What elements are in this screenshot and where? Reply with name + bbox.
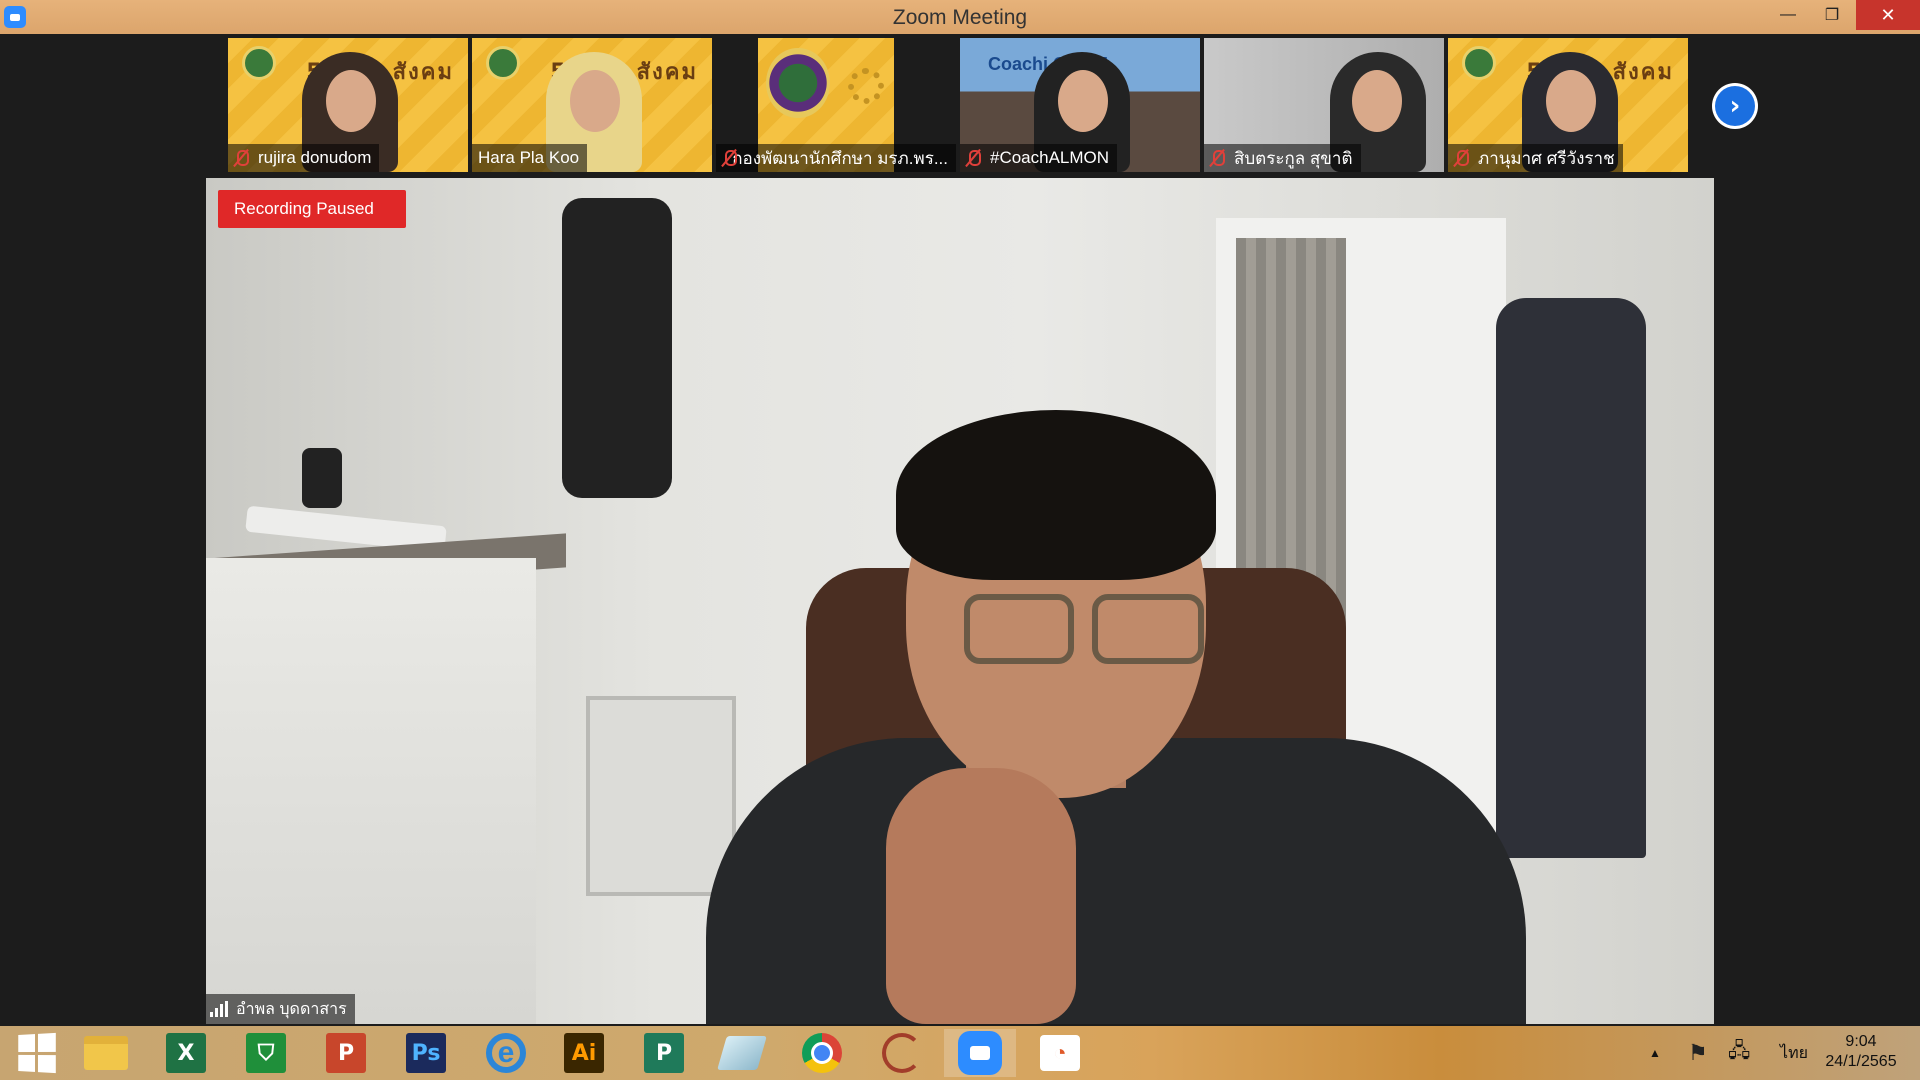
start-button[interactable]: [0, 1029, 72, 1077]
hanging-jacket: [562, 198, 672, 498]
participant-name-tag: สิบตระกูล สุขาติ: [1204, 144, 1361, 172]
mic-muted-icon: [1210, 149, 1225, 167]
internet-explorer-icon: e: [486, 1033, 526, 1073]
speaker-hair: [896, 410, 1216, 580]
chrome-icon: [802, 1033, 842, 1073]
taskbar-slides[interactable]: ◔: [1024, 1029, 1096, 1077]
sketch-icon: [717, 1036, 767, 1070]
action-center-flag-icon[interactable]: ⚑: [1688, 1026, 1716, 1080]
illustrator-icon: Ai: [564, 1033, 604, 1073]
minimize-button[interactable]: —: [1766, 0, 1810, 30]
participant-name: ภานุมาศ ศรีวังราช: [1478, 148, 1615, 168]
university-seal-icon: [242, 46, 276, 80]
hanging-coat: [1496, 298, 1646, 858]
participant-thumbnail[interactable]: 5ศวกร สังคม rujira donudom: [228, 38, 468, 172]
chevron-right-icon: ›: [1715, 86, 1755, 126]
network-icon[interactable]: 🖧: [1728, 1026, 1756, 1080]
show-hidden-icons-button[interactable]: ▲: [1644, 1026, 1666, 1080]
participant-name-tag: ภานุมาศ ศรีวังราช: [1448, 144, 1623, 172]
speaker-name: อำพล บุดดาสาร: [236, 1000, 347, 1018]
excel-icon: X: [166, 1033, 206, 1073]
restore-button[interactable]: ❐: [1810, 0, 1854, 30]
mic-muted-icon: [234, 149, 249, 167]
taskbar-pen-tool[interactable]: [866, 1029, 938, 1077]
taskbar-powerpoint[interactable]: P: [310, 1029, 382, 1077]
input-language-indicator[interactable]: ไทย: [1774, 1026, 1814, 1080]
signal-strength-icon: [210, 1001, 228, 1017]
store-icon: ⛉: [246, 1033, 286, 1073]
taskbar: X ⛉ P Ps e Ai P ◔ ▲ ⚑ 🖧 ไทย 9:04 24/1/25…: [0, 1026, 1920, 1080]
participant-strip: 5ศวกร สังคม rujira donudom 5ศวกร สังคม H…: [228, 38, 1690, 176]
glasses-lens-left: [964, 594, 1074, 664]
pen-tool-icon: [882, 1033, 922, 1073]
participant-name-tag: rujira donudom: [228, 144, 380, 172]
participant-face: [1058, 70, 1108, 132]
taskbar-clock[interactable]: 9:04 24/1/2565: [1816, 1032, 1906, 1072]
meeting-area: 5ศวกร สังคม rujira donudom 5ศวกร สังคม H…: [0, 34, 1920, 1026]
mic-muted-icon: [1454, 149, 1469, 167]
powerpoint-icon: P: [326, 1033, 366, 1073]
photoshop-icon: Ps: [406, 1033, 446, 1073]
mic-muted-icon: [966, 149, 981, 167]
university-seal-icon: [766, 48, 830, 118]
taskbar-store[interactable]: ⛉: [230, 1029, 302, 1077]
zoom-window: Zoom Meeting — ❐ ✕ 5ศวกร สังคม rujira do…: [0, 0, 1920, 1080]
participant-thumbnail[interactable]: สิบตระกูล สุขาติ: [1204, 38, 1444, 172]
speaker-name-tag: อำพล บุดดาสาร: [206, 994, 355, 1024]
participant-thumbnail[interactable]: 5ศวกร สังคม ภานุมาศ ศรีวังราช: [1448, 38, 1688, 172]
taskbar-sketch-app[interactable]: [706, 1029, 778, 1077]
participant-face: [1352, 70, 1402, 132]
clock-time: 9:04: [1845, 1033, 1877, 1050]
taskbar-zoom[interactable]: [944, 1029, 1016, 1077]
taskbar-illustrator[interactable]: Ai: [548, 1029, 620, 1077]
next-page-button[interactable]: ›: [1712, 83, 1758, 129]
title-bar: Zoom Meeting — ❐ ✕: [0, 0, 1920, 34]
close-button[interactable]: ✕: [1856, 0, 1920, 30]
participant-face: [570, 70, 620, 132]
taskbar-internet-explorer[interactable]: e: [470, 1029, 542, 1077]
participant-thumbnail[interactable]: 5ศวกร สังคม Hara Pla Koo: [472, 38, 712, 172]
participant-name-tag: #CoachALMON: [960, 144, 1118, 172]
university-seal-icon: [486, 46, 520, 80]
air-purifier: [586, 696, 736, 896]
taskbar-publisher[interactable]: P: [628, 1029, 700, 1077]
window-title: Zoom Meeting: [892, 6, 1028, 29]
participant-face: [326, 70, 376, 132]
participant-name: Hara Pla Koo: [478, 148, 580, 167]
recording-status-badge[interactable]: Recording Paused: [218, 190, 406, 228]
glasses-lens-right: [1092, 594, 1204, 664]
windows-icon: [18, 1032, 56, 1074]
publisher-icon: P: [644, 1033, 684, 1073]
participant-name: สิบตระกูล สุขาติ: [1234, 148, 1353, 168]
speaker-hand: [886, 768, 1076, 1024]
desk-lamp: [302, 448, 342, 508]
participant-name: #CoachALMON: [990, 148, 1110, 167]
gear-icon: [848, 68, 884, 104]
cabinet: [206, 558, 536, 1024]
participant-name-tag: Hara Pla Koo: [472, 144, 588, 172]
taskbar-photoshop[interactable]: Ps: [390, 1029, 462, 1077]
taskbar-excel[interactable]: X: [150, 1029, 222, 1077]
clock-date: 24/1/2565: [1825, 1053, 1897, 1070]
participant-thumbnail[interactable]: กองพัฒนานักศึกษา มรภ.พร...: [716, 38, 956, 172]
participant-name: rujira donudom: [258, 148, 372, 167]
participant-thumbnail[interactable]: Coachi GRAM #CoachALMON: [960, 38, 1200, 172]
participant-name-tag: กองพัฒนานักศึกษา มรภ.พร...: [716, 144, 956, 172]
zoom-icon: [958, 1031, 1002, 1075]
folder-icon: [84, 1036, 128, 1070]
participant-face: [1546, 70, 1596, 132]
active-speaker-video[interactable]: Recording Paused อำพล บุดดาสาร: [206, 178, 1714, 1024]
university-seal-icon: [1462, 46, 1496, 80]
participant-name: กองพัฒนานักศึกษา มรภ.พร...: [732, 148, 948, 168]
taskbar-chrome[interactable]: [786, 1029, 858, 1077]
taskbar-file-explorer[interactable]: [70, 1029, 142, 1077]
slides-icon: ◔: [1040, 1035, 1080, 1071]
